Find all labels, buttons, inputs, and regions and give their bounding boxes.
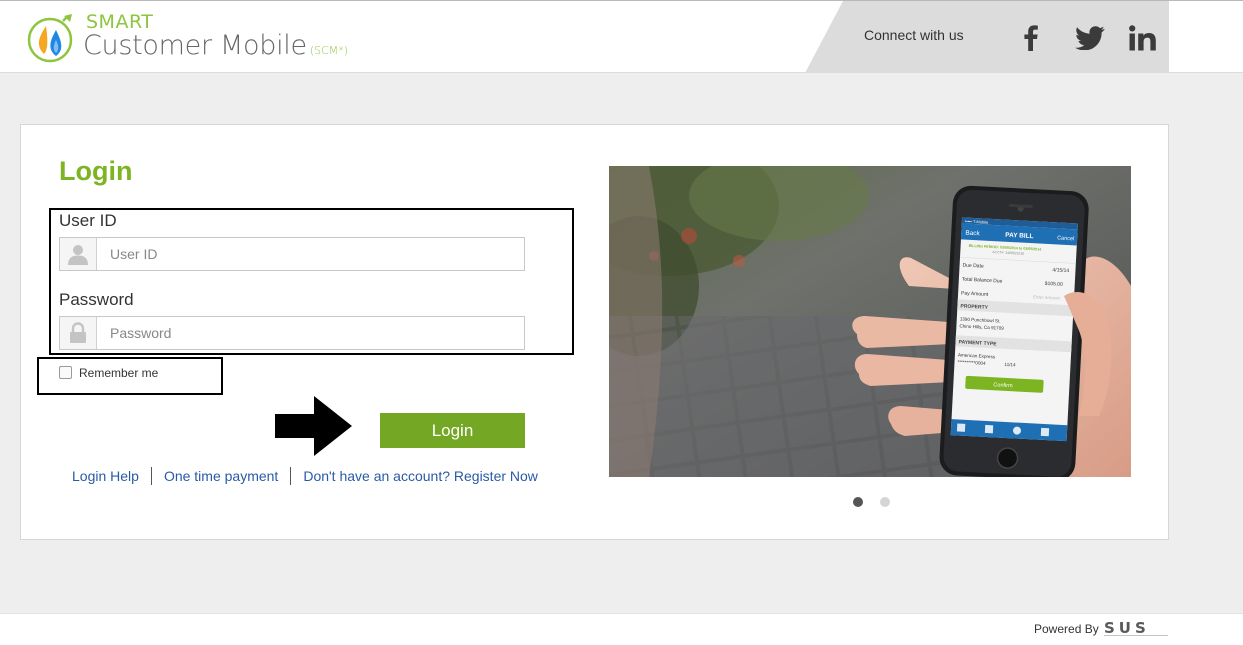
sus-logo[interactable]: SUS	[1103, 620, 1169, 638]
phone-cancel: Cancel	[1057, 235, 1074, 242]
phone-balance-value: $105.00	[1045, 281, 1064, 288]
brand-logo[interactable]: SMART Customer Mobile (SCM*)	[26, 8, 348, 68]
carousel-image: ••••• T-Mobile Back PAY BILL Cancel BILL…	[609, 166, 1131, 477]
login-help-link[interactable]: Login Help	[60, 468, 151, 484]
one-time-payment-link[interactable]: One time payment	[152, 468, 290, 484]
arrow-right-icon	[275, 396, 352, 456]
linkedin-icon[interactable]	[1127, 22, 1159, 54]
user-id-input[interactable]	[98, 238, 524, 270]
brand-name-text: Customer Mobile	[83, 30, 307, 61]
sus-logo-text: SUS	[1104, 620, 1150, 637]
phone-card-exp: 11/14	[1004, 362, 1016, 368]
phone-back: Back	[965, 230, 981, 238]
facebook-icon[interactable]	[1018, 22, 1044, 54]
phone-title: PAY BILL	[1005, 232, 1034, 240]
user-id-label: User ID	[59, 211, 117, 230]
connect-panel	[805, 1, 1169, 73]
carousel-dot-1[interactable]	[853, 497, 863, 507]
login-button[interactable]: Login	[380, 413, 525, 448]
remember-me-label[interactable]: Remember me	[79, 366, 158, 380]
password-input-group	[59, 316, 525, 350]
brand-name: Customer Mobile (SCM*)	[83, 30, 348, 61]
twitter-icon[interactable]	[1072, 22, 1108, 54]
remember-me-checkbox[interactable]	[59, 366, 72, 379]
register-link[interactable]: Don't have an account? Register Now	[291, 468, 550, 484]
phone-due-value: 4/15/14	[1052, 267, 1069, 274]
user-id-input-group	[59, 237, 525, 271]
password-input[interactable]	[98, 317, 524, 349]
login-links: Login Help One time payment Don't have a…	[60, 466, 550, 486]
login-title: Login	[59, 156, 133, 186]
logo-mark-icon	[27, 14, 73, 63]
carousel-dot-2[interactable]	[880, 497, 890, 507]
powered-by-text: Powered By	[1034, 622, 1099, 636]
connect-text: Connect with us	[864, 27, 964, 43]
phone-confirm: Confirm	[993, 382, 1013, 389]
password-label: Password	[59, 290, 134, 309]
user-icon	[60, 238, 97, 270]
brand-suffix: (SCM*)	[309, 44, 349, 57]
lock-icon	[60, 317, 97, 349]
phone-due-label: Due Date	[962, 263, 984, 270]
